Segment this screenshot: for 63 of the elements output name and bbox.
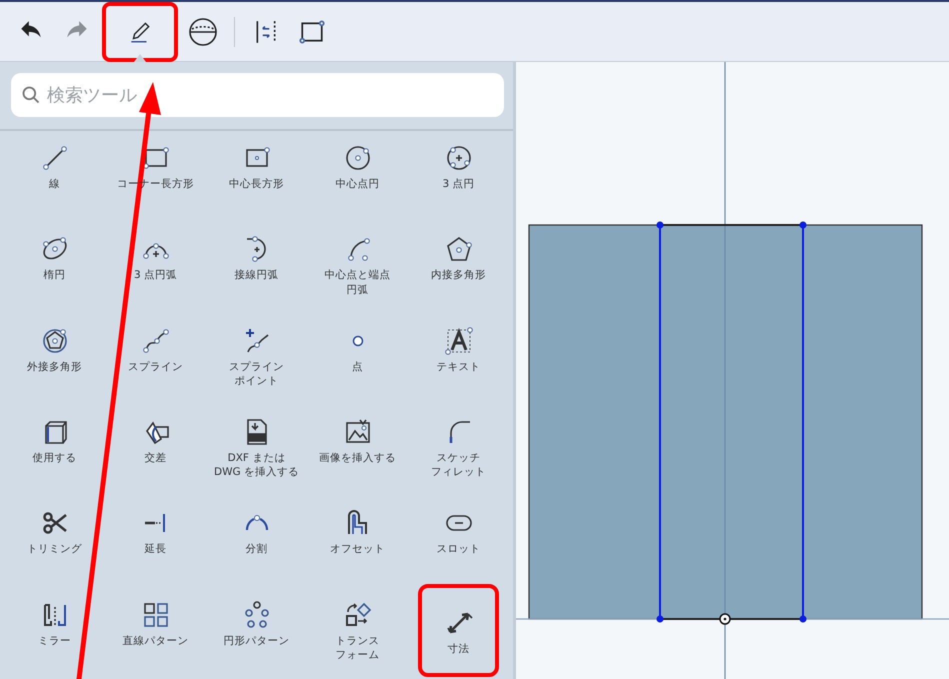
- tool-item[interactable]: 3 点円: [408, 131, 509, 222]
- tool-item[interactable]: オフセット: [307, 496, 408, 588]
- tool-label: 中心点と端点 円弧: [324, 268, 390, 297]
- tool-item[interactable]: 3 点円弧: [105, 222, 206, 314]
- tool-label: 接線円弧: [234, 268, 278, 282]
- search-field[interactable]: 検索ツール: [11, 73, 504, 117]
- tool-item[interactable]: 中心点円: [307, 131, 408, 222]
- tool-label: トリミング: [27, 542, 82, 556]
- tool-item[interactable]: テキスト: [408, 314, 509, 405]
- tool-item[interactable]: 内接多角形: [408, 222, 509, 314]
- tool-label: テキスト: [436, 360, 480, 374]
- tool-label: 楕円: [44, 268, 66, 282]
- tool-label: 分割: [246, 542, 268, 556]
- tool-item[interactable]: 画像を挿入する: [307, 405, 408, 496]
- tool-label: 外接多角形: [27, 360, 82, 374]
- tool-item[interactable]: スケッチ フィレット: [408, 405, 509, 496]
- tool-item[interactable]: 線: [4, 131, 105, 222]
- tool-label: 使用する: [32, 451, 76, 466]
- sphere-icon: [188, 16, 218, 46]
- tool-label: トランス フォーム: [336, 634, 380, 662]
- tool-label: 中心点円: [336, 177, 380, 192]
- rectangle-icon: [299, 18, 325, 44]
- tool-item[interactable]: ミラー: [4, 588, 105, 679]
- tool-label: 寸法: [448, 642, 470, 656]
- tool-label: 線: [49, 177, 60, 192]
- tool-item[interactable]: 直線パターン: [105, 588, 206, 679]
- tool-label: ミラー: [38, 634, 71, 648]
- tool-item[interactable]: 中心点と端点 円弧: [307, 222, 408, 314]
- tool-item[interactable]: 延長: [105, 496, 206, 588]
- tool-item[interactable]: 交差: [105, 405, 206, 496]
- tool-item[interactable]: スプライン ポイント: [206, 314, 307, 405]
- tool-label: 内接多角形: [431, 268, 486, 282]
- tool-item[interactable]: 使用する: [4, 405, 105, 496]
- tool-label: スロット: [436, 542, 480, 556]
- tool-item[interactable]: トランス フォーム: [307, 588, 408, 679]
- text-icon: [444, 326, 474, 356]
- tool-item[interactable]: スプライン: [105, 314, 206, 405]
- tool-label: 延長: [144, 542, 166, 556]
- tool-item[interactable]: トリミング: [4, 496, 105, 588]
- tool-label: スプライン ポイント: [229, 360, 284, 388]
- search-icon: [21, 85, 41, 105]
- tool-label: 直線パターン: [122, 634, 188, 648]
- tool-label: DXF または DWG を挿入する: [214, 451, 299, 480]
- tool-item[interactable]: 接線円弧: [206, 222, 307, 314]
- point-icon: [352, 334, 364, 347]
- tool-item[interactable]: 円形パターン: [206, 588, 307, 679]
- tool-label: 画像を挿入する: [319, 451, 396, 466]
- tool-label: 点: [352, 360, 363, 374]
- tool-label: 交差: [144, 451, 166, 466]
- tool-label: 3 点円: [442, 177, 475, 192]
- tool-item[interactable]: 点: [307, 314, 408, 405]
- tool-label: 3 点円弧: [134, 268, 178, 282]
- tool-label: スケッチ フィレット: [431, 451, 486, 480]
- tool-item[interactable]: 外接多角形: [4, 314, 105, 405]
- tool-item[interactable]: 中心長方形: [206, 131, 307, 222]
- tool-label: 円形パターン: [224, 634, 290, 648]
- tool-item[interactable]: 分割: [206, 496, 307, 588]
- tool-item[interactable]: DXF または DWG を挿入する: [206, 405, 307, 496]
- tool-label: スプライン: [128, 360, 183, 374]
- tool-item[interactable]: 寸法: [418, 584, 499, 677]
- tool-label: 中心長方形: [229, 177, 284, 192]
- tool-item[interactable]: 楕円: [4, 222, 105, 314]
- tool-label: オフセット: [330, 542, 385, 556]
